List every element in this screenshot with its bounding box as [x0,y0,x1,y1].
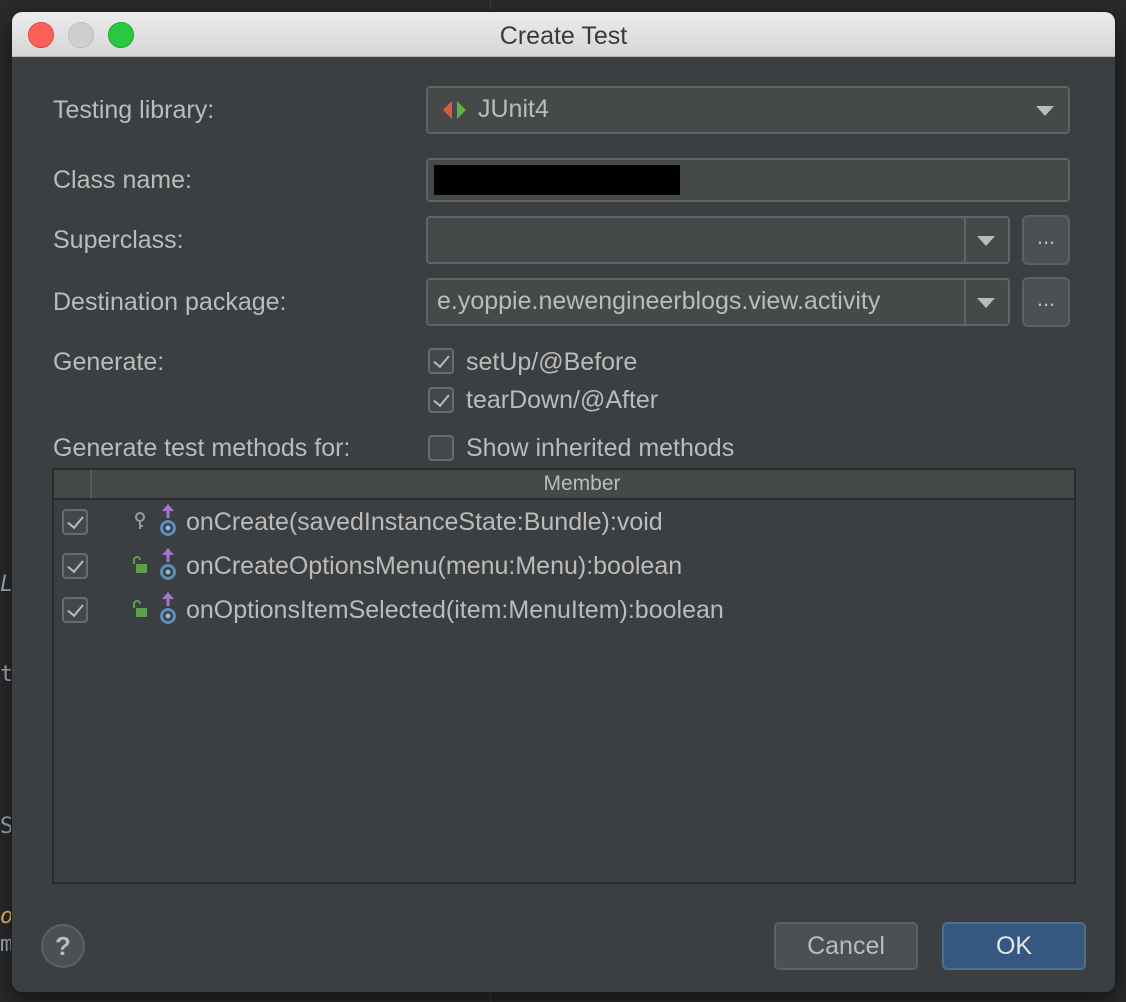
members-table: Member onCreate(savedInstanceState:Bundl… [52,468,1076,884]
cancel-button[interactable]: Cancel [774,922,918,970]
testing-library-select[interactable]: JUnit4 [426,86,1070,134]
create-test-dialog: Create Test Testing library: JUnit4 Clas… [12,12,1115,992]
setup-checkbox-label[interactable]: setUp/@Before [466,348,637,377]
generate-methods-label: Generate test methods for: [53,434,351,462]
row-checkbox[interactable] [62,509,88,535]
teardown-checkbox[interactable] [428,387,454,413]
testing-library-value: JUnit4 [478,95,549,123]
class-name-label: Class name: [53,166,192,194]
method-signature: onCreateOptionsMenu(menu:Menu):boolean [186,552,683,580]
title-bar: Create Test [12,12,1115,57]
table-row[interactable]: onCreate(savedInstanceState:Bundle):void [54,500,1074,544]
testing-library-label: Testing library: [53,96,215,124]
show-inherited-checkbox[interactable] [428,435,454,461]
superclass-dropdown-button[interactable] [964,218,1008,262]
redacted-text [434,165,680,195]
superclass-combo[interactable] [426,216,1010,264]
destination-package-combo[interactable]: e.yoppie.newengineerblogs.view.activity [426,278,1010,326]
row-checkbox[interactable] [62,553,88,579]
ok-button[interactable]: OK [942,922,1086,970]
override-method-icon [160,504,176,536]
override-method-icon [160,592,176,624]
table-row[interactable]: onOptionsItemSelected(item:MenuItem):boo… [54,588,1074,632]
row-checkbox[interactable] [62,597,88,623]
destination-package-browse-button[interactable]: ... [1022,277,1070,327]
public-unlock-icon [133,600,147,617]
table-row[interactable]: onCreateOptionsMenu(menu:Menu):boolean [54,544,1074,588]
select-column-header[interactable] [54,470,92,498]
superclass-label: Superclass: [53,226,184,254]
method-signature: onOptionsItemSelected(item:MenuItem):boo… [186,596,724,624]
generate-label: Generate: [53,348,165,376]
destination-package-dropdown-button[interactable] [964,280,1008,324]
help-button[interactable]: ? [41,924,85,968]
protected-key-icon [135,512,145,529]
class-name-input[interactable] [426,158,1070,202]
public-unlock-icon [133,556,147,573]
override-method-icon [160,548,176,580]
window-title: Create Test [499,22,628,50]
method-signature: onCreate(savedInstanceState:Bundle):void [186,508,663,536]
destination-package-label: Destination package: [53,288,287,316]
chevron-down-icon [1036,106,1054,116]
setup-checkbox[interactable] [428,348,454,374]
chevron-down-icon [977,298,995,308]
superclass-browse-button[interactable]: ... [1022,215,1070,265]
table-header: Member [54,470,1074,500]
junit-icon [443,101,466,119]
member-column-header[interactable]: Member [90,472,1074,496]
teardown-checkbox-label[interactable]: tearDown/@After [466,386,658,415]
chevron-down-icon [977,236,995,246]
show-inherited-label[interactable]: Show inherited methods [466,434,734,463]
destination-package-value: e.yoppie.newengineerblogs.view.activity [437,287,881,315]
